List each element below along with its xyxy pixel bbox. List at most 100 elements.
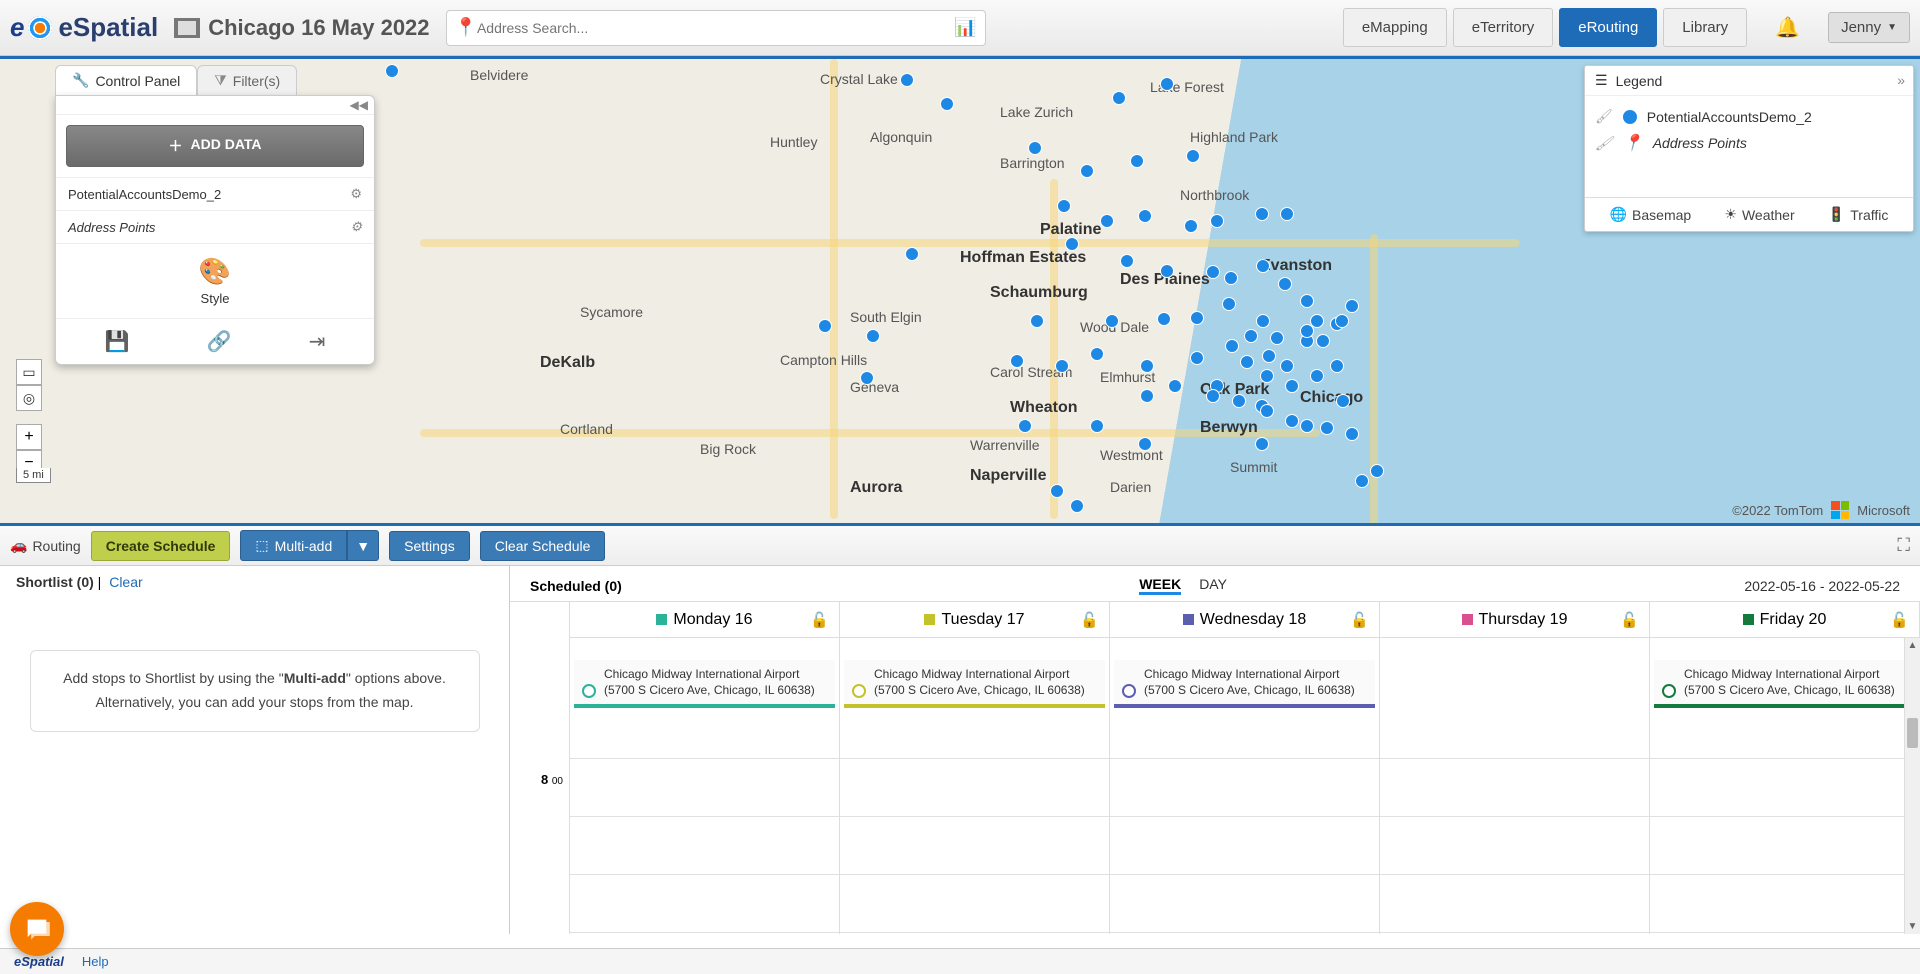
map-point[interactable] — [1280, 359, 1294, 373]
multi-add-button[interactable]: ⬚Multi-add — [240, 530, 347, 561]
map-point[interactable] — [1240, 355, 1254, 369]
tab-control-panel[interactable]: 🔧Control Panel — [55, 65, 197, 95]
gear-icon[interactable]: ⚙ — [350, 186, 362, 202]
map-point[interactable] — [1018, 419, 1032, 433]
calendar-day-column[interactable]: Tuesday 17🔓Chicago Midway International … — [840, 602, 1110, 934]
style-button[interactable]: 🎨 Style — [56, 243, 374, 318]
map-point[interactable] — [1345, 299, 1359, 313]
map-point[interactable] — [1206, 265, 1220, 279]
settings-button[interactable]: Settings — [389, 531, 470, 561]
calendar-scrollbar[interactable]: ▲ ▼ — [1904, 638, 1920, 934]
calendar-event[interactable]: Chicago Midway International Airport (57… — [1654, 660, 1915, 708]
traffic-button[interactable]: 🚦Traffic — [1828, 206, 1889, 223]
map-point[interactable] — [1336, 394, 1350, 408]
map-point[interactable] — [1090, 419, 1104, 433]
map-point[interactable] — [860, 371, 874, 385]
tab-emapping[interactable]: eMapping — [1343, 8, 1447, 47]
lock-icon[interactable]: 🔓 — [810, 611, 829, 629]
map-rect-icon[interactable]: ▭ — [16, 359, 42, 385]
map-point[interactable] — [1330, 359, 1344, 373]
map-point[interactable] — [1320, 421, 1334, 435]
calendar-day-column[interactable]: Friday 20🔓Chicago Midway International A… — [1650, 602, 1920, 934]
map-point[interactable] — [1138, 209, 1152, 223]
map-point[interactable] — [1255, 207, 1269, 221]
map-point[interactable] — [1157, 312, 1171, 326]
map-point[interactable] — [1300, 294, 1314, 308]
view-day[interactable]: DAY — [1199, 576, 1227, 595]
map-point[interactable] — [818, 319, 832, 333]
map-point[interactable] — [1105, 314, 1119, 328]
map-point[interactable] — [1028, 141, 1042, 155]
map-point[interactable] — [1310, 314, 1324, 328]
lock-icon[interactable]: 🔓 — [1620, 611, 1639, 629]
map-point[interactable] — [900, 73, 914, 87]
tab-filters[interactable]: ⧩Filter(s) — [197, 65, 297, 95]
map-point[interactable] — [1184, 219, 1198, 233]
tab-eterritory[interactable]: eTerritory — [1453, 8, 1554, 47]
map-point[interactable] — [1255, 437, 1269, 451]
map-point[interactable] — [1232, 394, 1246, 408]
map-point[interactable] — [1010, 354, 1024, 368]
map-point[interactable] — [866, 329, 880, 343]
map-point[interactable] — [1080, 164, 1094, 178]
map-point[interactable] — [1057, 199, 1071, 213]
map-point[interactable] — [1190, 311, 1204, 325]
map-point[interactable] — [1310, 369, 1324, 383]
map-point[interactable] — [1222, 297, 1236, 311]
chat-bubble-button[interactable] — [10, 902, 64, 956]
legend-expand-icon[interactable]: » — [1897, 72, 1905, 88]
scroll-up-icon[interactable]: ▲ — [1905, 640, 1920, 651]
map-point[interactable] — [1140, 389, 1154, 403]
map-point[interactable] — [385, 64, 399, 78]
map-point[interactable] — [1355, 474, 1369, 488]
weather-button[interactable]: ☀Weather — [1724, 206, 1794, 223]
add-data-button[interactable]: ＋ADD DATA — [66, 125, 364, 167]
layer-row[interactable]: Address Points⚙ — [56, 210, 374, 243]
map-point[interactable] — [1260, 369, 1274, 383]
calendar-day-column[interactable]: Monday 16🔓Chicago Midway International A… — [570, 602, 840, 934]
shortlist-clear-link[interactable]: Clear — [109, 574, 142, 590]
map-point[interactable] — [1050, 484, 1064, 498]
export-icon[interactable]: ⇥ — [309, 329, 326, 354]
map-point[interactable] — [1225, 339, 1239, 353]
chart-icon[interactable]: 📊 — [954, 17, 976, 38]
map-point[interactable] — [1256, 259, 1270, 273]
map-point[interactable] — [1065, 237, 1079, 251]
zoom-in-button[interactable]: + — [16, 424, 42, 450]
map-point[interactable] — [1345, 427, 1359, 441]
calendar-event[interactable]: Chicago Midway International Airport (57… — [844, 660, 1105, 708]
map-point[interactable] — [1140, 359, 1154, 373]
gear-icon[interactable]: ⚙ — [350, 219, 362, 235]
search-input[interactable] — [477, 20, 954, 36]
map-point[interactable] — [1278, 277, 1292, 291]
calendar-day-column[interactable]: Thursday 19🔓 — [1380, 602, 1650, 934]
map-area[interactable]: Crystal LakeLake ForestBelvidereLake Zur… — [0, 56, 1920, 526]
map-point[interactable] — [1206, 389, 1220, 403]
map-point[interactable] — [1244, 329, 1258, 343]
view-week[interactable]: WEEK — [1139, 576, 1181, 595]
map-point[interactable] — [1100, 214, 1114, 228]
tab-erouting[interactable]: eRouting — [1559, 8, 1657, 47]
map-point[interactable] — [1260, 404, 1274, 418]
map-point[interactable] — [1160, 77, 1174, 91]
lock-icon[interactable]: 🔓 — [1890, 611, 1909, 629]
map-point[interactable] — [1138, 437, 1152, 451]
map-point[interactable] — [1256, 314, 1270, 328]
map-point[interactable] — [1370, 464, 1384, 478]
map-point[interactable] — [905, 247, 919, 261]
map-point[interactable] — [1280, 207, 1294, 221]
share-icon[interactable]: 🔗 — [207, 329, 232, 354]
bell-icon[interactable]: 🔔 — [1763, 15, 1812, 40]
calendar-event[interactable]: Chicago Midway International Airport (57… — [1114, 660, 1375, 708]
legend-item[interactable]: 🖌📍Address Points — [1595, 129, 1903, 157]
map-point[interactable] — [1168, 379, 1182, 393]
legend-item[interactable]: 🖌PotentialAccountsDemo_2 — [1595, 104, 1903, 129]
map-point[interactable] — [1070, 499, 1084, 513]
tab-library[interactable]: Library — [1663, 8, 1747, 47]
basemap-button[interactable]: 🌐Basemap — [1610, 206, 1692, 223]
map-point[interactable] — [1300, 419, 1314, 433]
calendar-event[interactable]: Chicago Midway International Airport (57… — [574, 660, 835, 708]
map-point[interactable] — [1055, 359, 1069, 373]
user-menu[interactable]: Jenny▼ — [1828, 12, 1910, 43]
scroll-down-icon[interactable]: ▼ — [1905, 921, 1920, 932]
